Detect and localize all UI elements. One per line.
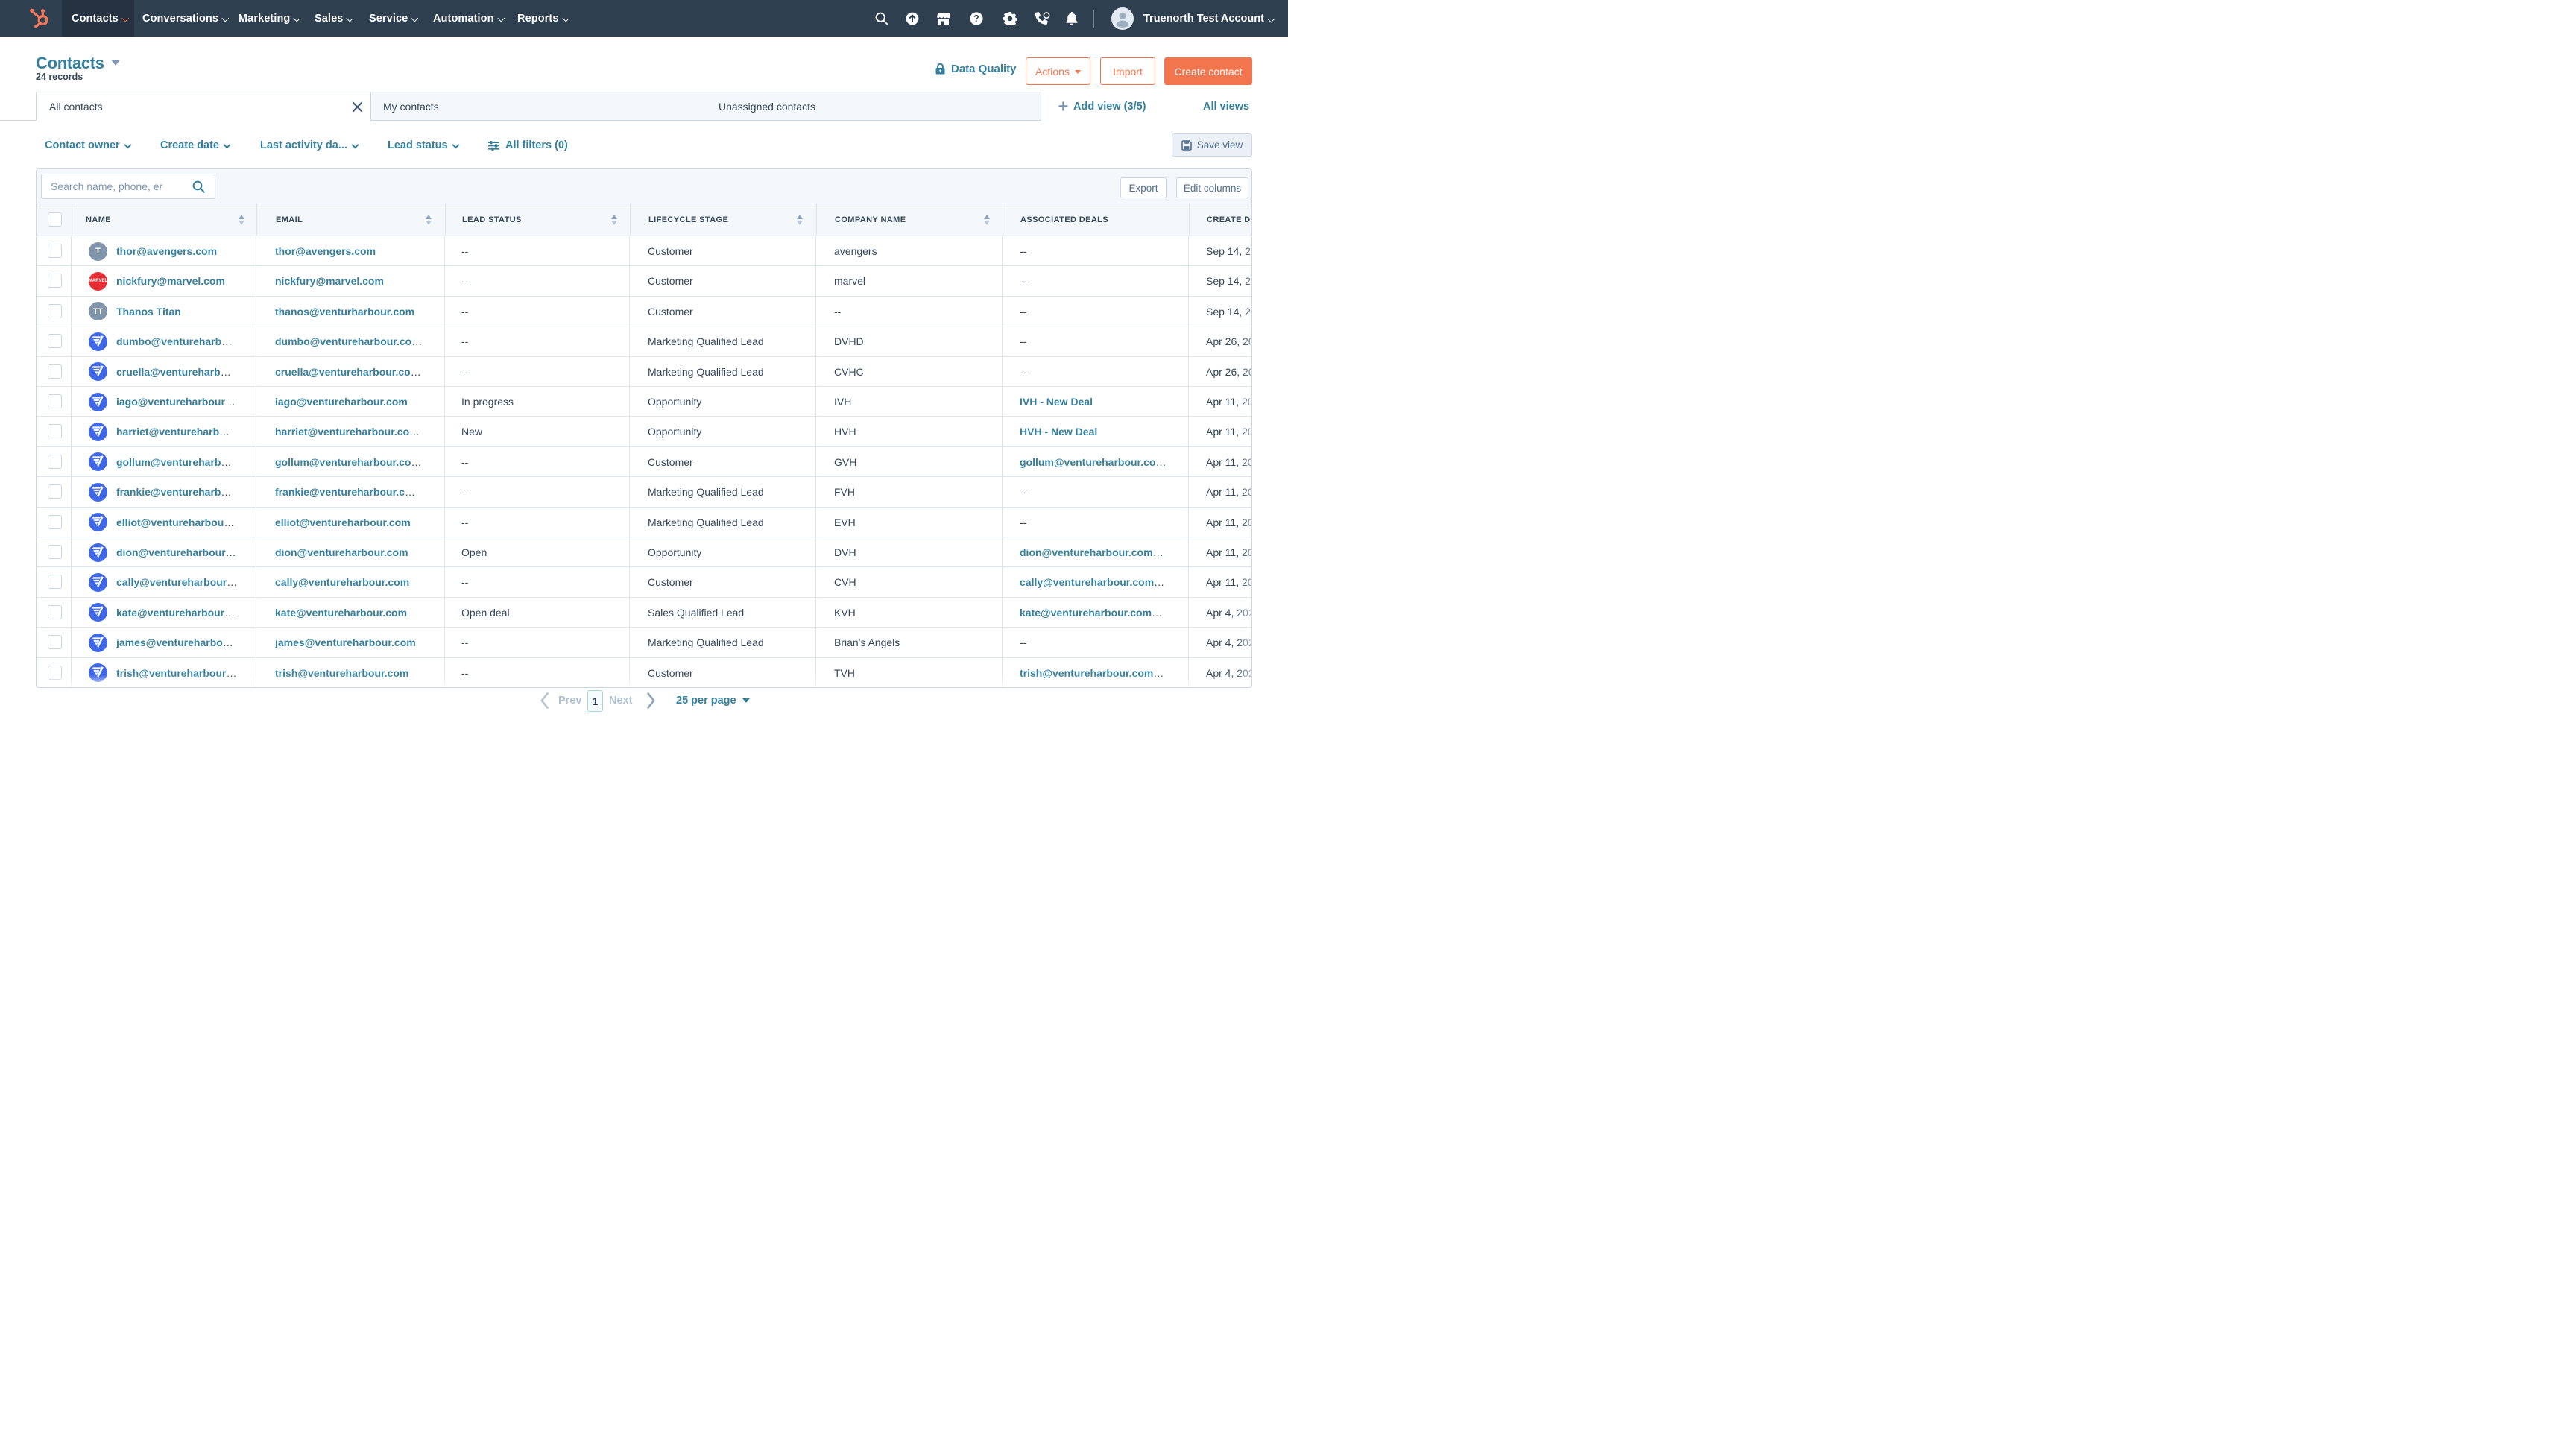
- svg-text:?: ?: [973, 13, 979, 24]
